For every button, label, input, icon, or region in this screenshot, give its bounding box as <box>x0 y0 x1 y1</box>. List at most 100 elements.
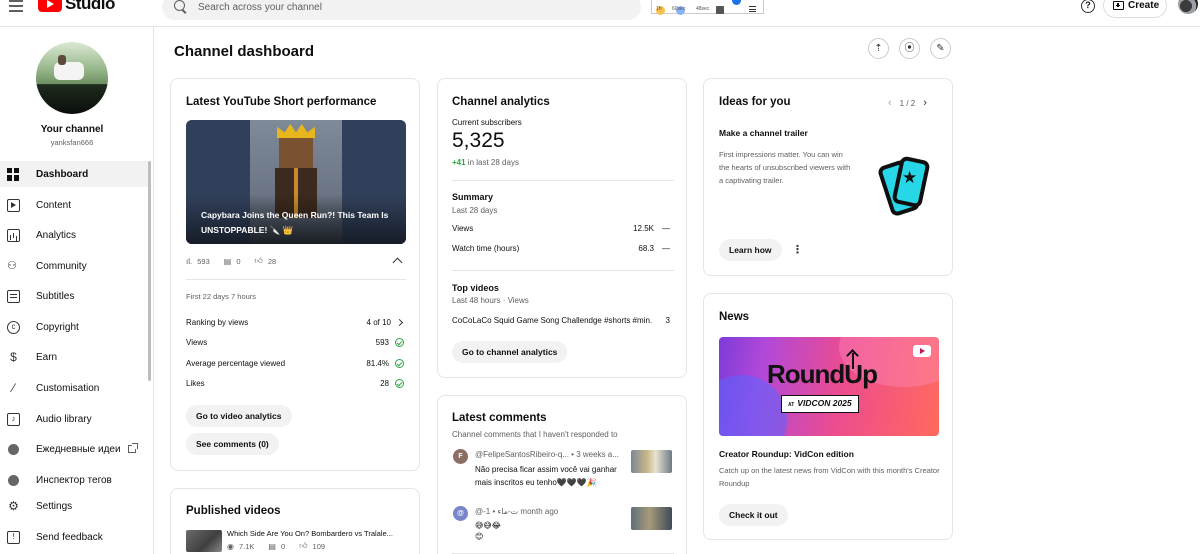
community-icon: ⚇ <box>7 259 17 272</box>
chevron-right-icon <box>395 318 404 327</box>
card-title: Published videos <box>186 505 281 517</box>
card-title: Ideas for you <box>719 96 791 108</box>
channel-avatar[interactable] <box>36 42 108 114</box>
create-button[interactable]: Create <box>1103 0 1167 18</box>
sidebar-item-content[interactable]: Content <box>0 192 148 218</box>
banner-vidcon-text: VIDCON 2025 <box>797 398 852 408</box>
sidebar-item-analytics[interactable]: Analytics <box>0 222 148 248</box>
sidebar-item-earn[interactable]: $ Earn <box>0 344 148 370</box>
subtitles-icon <box>7 289 20 303</box>
comments-icon: ▤ <box>223 256 232 266</box>
published-stats: ◉ 7.1K ▤ 0 👍︎ 109 <box>227 541 339 551</box>
learn-how-button[interactable]: Learn how <box>719 239 782 261</box>
subscriber-change-row: +41 in last 28 days <box>452 158 519 167</box>
news-banner-image[interactable]: RoundUp AT VIDCON 2025 <box>719 337 939 436</box>
extension-icon[interactable] <box>716 6 724 14</box>
commenter-avatar[interactable]: @ <box>453 506 468 521</box>
metric-value: 81.4% <box>366 359 389 368</box>
feedback-icon: ! <box>7 530 20 544</box>
search-icon[interactable] <box>174 0 185 11</box>
magic-wand-icon: ⁄ <box>12 380 15 395</box>
short-thumbnail[interactable]: Capybara Joins the Queen Run?! This Team… <box>186 120 406 244</box>
ideas-pager: ‹ 1 / 2 › <box>888 97 927 109</box>
more-options-icon[interactable]: ⋮ <box>792 243 803 256</box>
channel-name: Your channel <box>40 124 104 135</box>
upload-icon[interactable]: ⇡ <box>868 38 889 59</box>
go-to-channel-analytics-button[interactable]: Go to channel analytics <box>452 341 568 363</box>
sidebar-item-copyright[interactable]: c Copyright <box>0 314 148 340</box>
chevron-right-icon[interactable]: › <box>923 97 927 109</box>
views-count: 593 <box>197 256 210 266</box>
help-icon[interactable]: ? <box>1081 0 1095 13</box>
extension-toolbar[interactable]: 1h 60sec 48sec <box>651 0 764 15</box>
studio-logo[interactable]: Studio <box>38 0 115 13</box>
extension-icon[interactable] <box>732 0 741 5</box>
go-live-icon[interactable]: ⦿ <box>899 38 920 59</box>
comments-count: 0 <box>280 541 286 551</box>
views-eye-icon: ◉ <box>227 541 234 551</box>
account-avatar[interactable] <box>1178 0 1198 14</box>
summary-label: Views <box>452 224 474 233</box>
published-video-title[interactable]: Which Side Are You On? Bombardero vs Tra… <box>227 529 393 538</box>
youtube-play-icon <box>913 345 931 357</box>
card-title: Latest YouTube Short performance <box>186 96 377 108</box>
channel-analytics-card: Channel analytics Current subscribers 5,… <box>437 78 687 378</box>
sidebar-item-settings[interactable]: ⚙ Settings <box>0 493 148 519</box>
sidebar-scrollbar[interactable] <box>148 161 151 381</box>
commenter-avatar[interactable]: F <box>453 449 468 464</box>
ranking-label: Ranking by views <box>186 318 249 327</box>
sidebar-item-subtitles[interactable]: Subtitles <box>0 283 148 309</box>
comment-video-thumbnail[interactable] <box>631 507 672 530</box>
channel-handle: yanksfan666 <box>50 138 94 147</box>
summary-label: Watch time (hours) <box>452 244 520 253</box>
top-video-views: 3 <box>665 316 670 325</box>
latest-short-card: Latest YouTube Short performance Capybar… <box>170 78 420 471</box>
see-comments-button[interactable]: See comments (0) <box>186 433 279 455</box>
check-it-out-button[interactable]: Check it out <box>719 504 788 526</box>
short-period: First 22 days 7 hours <box>186 292 257 301</box>
metric-value-row: 593 <box>376 338 404 347</box>
avatar-figure <box>58 55 66 65</box>
extension-label: 60sec <box>672 6 686 12</box>
divider <box>452 180 674 181</box>
metric-label: Average percentage viewed <box>186 359 286 368</box>
comment-text: Não precisa ficar assim você vai ganhar … <box>475 465 617 487</box>
sidebar-item-audio-library[interactable]: ♪ Audio library <box>0 406 148 432</box>
search-bar[interactable] <box>162 0 641 20</box>
chevron-left-icon[interactable]: ‹ <box>888 97 892 109</box>
news-headline[interactable]: Creator Roundup: VidCon edition <box>719 449 854 459</box>
banner-roundup-text: RoundUp <box>767 359 878 389</box>
comment-video-thumbnail[interactable] <box>631 450 672 473</box>
sidebar-item-label: Ежедневные идеи <box>36 443 121 455</box>
top-video-title[interactable]: CoCoLaCo Squid Game Song Challendge #sho… <box>452 316 652 325</box>
create-post-icon[interactable]: ✎ <box>930 38 951 59</box>
audio-library-icon: ♪ <box>7 412 20 426</box>
sidebar-item-dashboard[interactable]: Dashboard <box>0 161 148 187</box>
ranking-value: 4 of 10 <box>366 318 391 327</box>
card-title: News <box>719 311 750 323</box>
sidebar-item-label: Settings <box>36 500 73 512</box>
sidebar-item-send-feedback[interactable]: ! Send feedback <box>0 524 148 550</box>
search-input[interactable] <box>198 0 618 20</box>
check-circle-icon <box>395 379 404 388</box>
menu-icon[interactable] <box>9 0 23 12</box>
metric-value: 28 <box>380 379 389 388</box>
video-thumbnail[interactable] <box>186 530 222 552</box>
sidebar-item-tag-inspector[interactable]: Инспектор тегов <box>0 467 148 493</box>
sidebar-item-label: Community <box>36 260 87 272</box>
ranking-row[interactable]: 4 of 10 <box>366 318 404 327</box>
sidebar-item-label: Send feedback <box>36 531 103 543</box>
thumbs-up-icon: 👍︎ <box>299 541 308 550</box>
comments-icon: ▤ <box>268 541 276 551</box>
go-to-video-analytics-button[interactable]: Go to video analytics <box>186 405 292 427</box>
subscribers-label: Current subscribers <box>452 118 522 127</box>
sidebar-item-customisation[interactable]: ⁄ Customisation <box>0 375 148 401</box>
summary-value: 12.5K <box>633 224 654 233</box>
thumbs-up-icon: 👍︎ <box>254 256 263 265</box>
summary-value-row: 68.3 — <box>638 244 670 253</box>
sidebar-item-daily-ideas[interactable]: Ежедневные идеи <box>0 436 148 462</box>
extension-menu-icon[interactable] <box>749 6 756 12</box>
metric-label: Views <box>186 338 208 347</box>
sidebar-item-community[interactable]: ⚇ Community <box>0 253 148 279</box>
chevron-up-icon[interactable] <box>392 257 403 268</box>
